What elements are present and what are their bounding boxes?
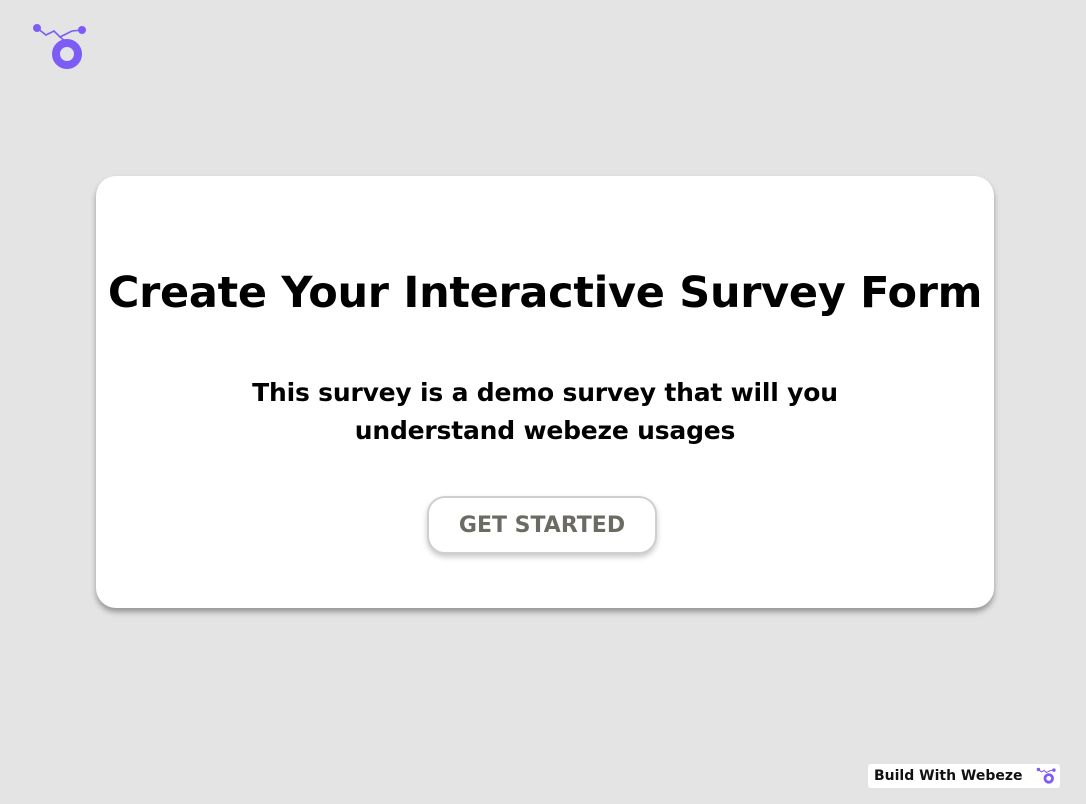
get-started-button[interactable]: GET STARTED <box>427 496 657 554</box>
brand-logo-icon[interactable] <box>30 22 88 72</box>
build-with-webeze-badge[interactable]: Build With Webeze <box>868 764 1060 788</box>
page-title: Create Your Interactive Survey Form <box>107 268 983 318</box>
survey-description: This survey is a demo survey that will y… <box>252 378 838 445</box>
survey-intro-card: Create Your Interactive Survey Form This… <box>96 176 994 608</box>
badge-label: Build With Webeze <box>874 768 1023 784</box>
webeze-logo-icon <box>1036 767 1056 785</box>
